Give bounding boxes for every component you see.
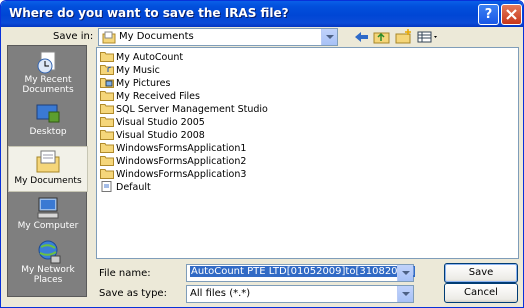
folder-icon xyxy=(100,156,114,166)
save-in-dropdown-arrow[interactable] xyxy=(321,29,337,45)
item-label: My Music xyxy=(116,65,160,76)
save-in-value: My Documents xyxy=(119,31,194,42)
item-label: WindowsFormsApplication1 xyxy=(116,143,247,154)
save-dialog: Where do you want to save the IRAS file?… xyxy=(0,0,524,308)
help-button[interactable]: ? xyxy=(478,4,499,25)
list-item[interactable]: SQL Server Management Studio xyxy=(100,103,268,115)
close-button[interactable] xyxy=(501,4,522,25)
computer-icon xyxy=(37,197,59,219)
list-item[interactable]: WindowsFormsApplication2 xyxy=(100,155,246,167)
my-documents-icon xyxy=(36,150,60,173)
place-label: My Network Places xyxy=(21,265,75,285)
title-bar[interactable]: Where do you want to save the IRAS file?… xyxy=(1,1,523,27)
new-folder-icon[interactable] xyxy=(395,29,413,45)
item-label: Visual Studio 2005 xyxy=(116,117,205,128)
place-recent-documents[interactable]: My Recent Documents xyxy=(8,48,88,95)
item-label: My Received Files xyxy=(116,91,200,102)
save-as-type-value: All files (*.*) xyxy=(190,288,251,299)
views-menu-icon[interactable] xyxy=(417,29,441,45)
list-item[interactable]: My AutoCount xyxy=(100,51,183,63)
place-network-places[interactable]: My Network Places xyxy=(8,238,88,285)
folder-icon xyxy=(100,169,114,179)
list-item[interactable]: My Music xyxy=(100,64,160,76)
recent-documents-icon xyxy=(37,51,56,74)
place-my-computer[interactable]: My Computer xyxy=(8,194,88,240)
list-item[interactable]: WindowsFormsApplication1 xyxy=(100,142,246,154)
place-label: My Documents xyxy=(14,176,82,186)
file-name-value: AutoCount PTE LTD[01052009]to[31082009] xyxy=(190,266,416,277)
folder-icon xyxy=(100,143,114,153)
pictures-folder-icon xyxy=(100,78,114,88)
place-label: Desktop xyxy=(29,127,67,137)
place-my-documents[interactable]: My Documents xyxy=(8,146,88,192)
file-name-label: File name: xyxy=(99,268,151,279)
file-name-dropdown-arrow[interactable] xyxy=(397,265,413,281)
item-label: SQL Server Management Studio xyxy=(116,104,268,115)
list-item[interactable]: WindowsFormsApplication3 xyxy=(100,168,246,180)
item-label: Visual Studio 2008 xyxy=(116,130,205,141)
my-documents-small-icon xyxy=(102,31,116,44)
save-as-type-label: Save as type: xyxy=(99,288,167,299)
places-bar: My Recent Documents Desktop My Documents… xyxy=(7,45,88,297)
item-label: WindowsFormsApplication3 xyxy=(116,169,247,180)
back-icon[interactable] xyxy=(353,29,371,45)
folder-icon xyxy=(100,91,114,101)
place-label: My Computer xyxy=(17,221,79,231)
save-in-combo[interactable]: My Documents xyxy=(98,28,338,46)
file-list[interactable]: My AutoCount My Music My Pictures My Rec… xyxy=(96,47,519,259)
music-folder-icon xyxy=(100,65,114,75)
save-button[interactable]: Save xyxy=(444,263,518,283)
cancel-button[interactable]: Cancel xyxy=(444,283,518,303)
help-icon: ? xyxy=(484,7,493,22)
folder-icon xyxy=(100,104,114,114)
save-in-label: Save in: xyxy=(53,31,94,42)
save-as-type-dropdown-arrow[interactable] xyxy=(397,286,413,302)
network-places-icon xyxy=(38,240,61,264)
list-item[interactable]: My Received Files xyxy=(100,90,200,102)
up-folder-icon[interactable] xyxy=(373,29,391,45)
folder-icon xyxy=(100,130,114,140)
list-item[interactable]: My Pictures xyxy=(100,77,170,89)
item-label: My Pictures xyxy=(116,78,171,89)
item-label: Default xyxy=(116,182,151,193)
file-icon xyxy=(101,181,112,192)
file-name-input[interactable]: AutoCount PTE LTD[01052009]to[31082009] xyxy=(186,264,416,282)
folder-icon xyxy=(100,52,114,62)
dialog-title: Where do you want to save the IRAS file? xyxy=(9,6,289,20)
list-item[interactable]: Visual Studio 2005 xyxy=(100,116,205,128)
close-icon xyxy=(506,9,517,20)
folder-icon xyxy=(100,117,114,127)
desktop-icon xyxy=(36,104,60,123)
item-label: WindowsFormsApplication2 xyxy=(116,156,247,167)
list-item[interactable]: Visual Studio 2008 xyxy=(100,129,205,141)
place-desktop[interactable]: Desktop xyxy=(8,100,88,146)
place-label: My Recent Documents xyxy=(22,75,74,95)
item-label: My AutoCount xyxy=(116,52,184,63)
save-as-type-select[interactable]: All files (*.*) xyxy=(186,285,414,303)
list-item[interactable]: Default xyxy=(100,181,151,193)
